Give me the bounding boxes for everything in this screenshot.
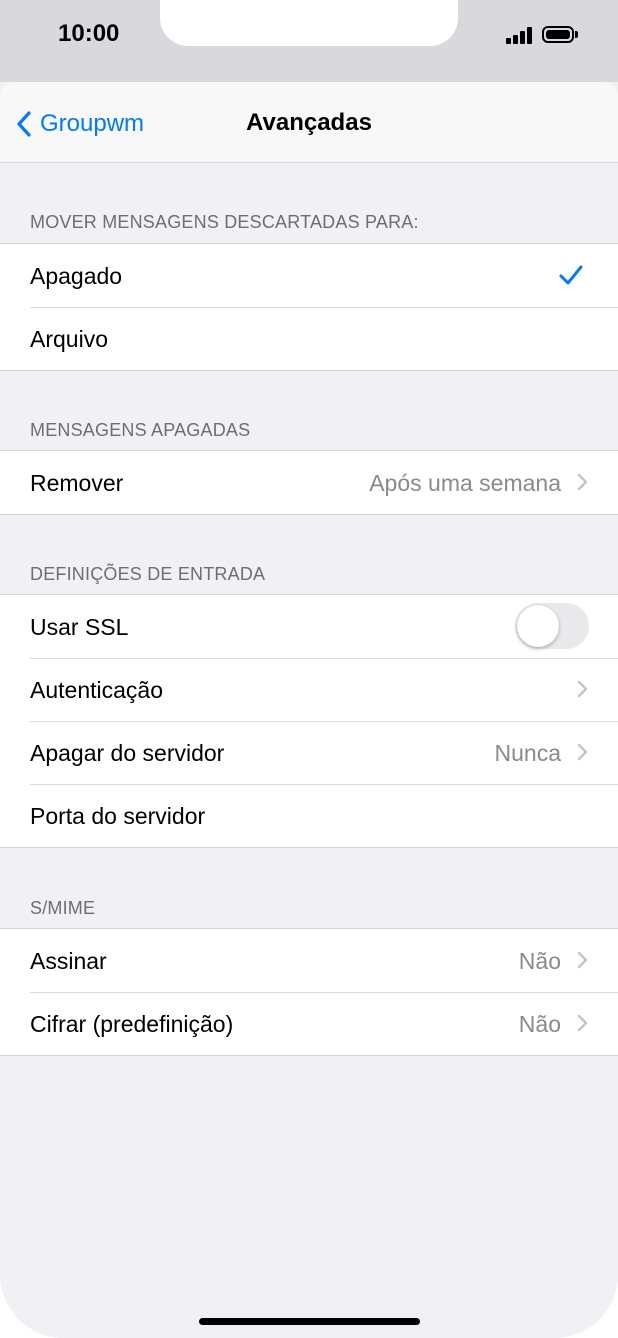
row-value: Não — [518, 1011, 561, 1037]
row-assinar[interactable]: Assinar Não — [0, 929, 618, 992]
row-value: Nunca — [494, 740, 561, 766]
chevron-right-icon — [577, 1014, 588, 1032]
toggle-knob — [517, 605, 559, 647]
home-indicator[interactable] — [199, 1318, 420, 1325]
section-header-incoming: DEFINIÇÕES DE ENTRADA — [30, 564, 266, 584]
chevron-right-icon — [577, 951, 588, 969]
row-label: Autenticação — [30, 677, 163, 703]
status-bar: 10:00 — [0, 0, 618, 82]
notch — [160, 0, 458, 46]
cellular-signal-icon — [506, 27, 534, 44]
row-label: Arquivo — [30, 326, 108, 352]
status-time: 10:00 — [58, 20, 120, 47]
group-smime: Assinar Não Cifrar (predefinição) Não — [0, 928, 618, 1056]
section-header-smime: S/MIME — [30, 898, 96, 918]
option-arquivo[interactable]: Arquivo — [0, 307, 618, 370]
chevron-right-icon — [577, 680, 588, 698]
navigation-bar: Groupwm Avançadas — [0, 82, 618, 163]
row-autenticacao[interactable]: Autenticação — [0, 658, 618, 721]
row-label: Assinar — [30, 948, 107, 974]
row-apagar-do-servidor[interactable]: Apagar do servidor Nunca — [0, 721, 618, 784]
row-remover[interactable]: Remover Após uma semana — [0, 451, 618, 514]
page-title: Avançadas — [246, 109, 372, 136]
chevron-right-icon — [577, 743, 588, 761]
settings-sheet: Groupwm Avançadas MOVER MENSAGENS DESCAR… — [0, 82, 618, 1338]
group-deleted-messages: Remover Após uma semana — [0, 450, 618, 515]
section-header-deleted: MENSAGENS APAGADAS — [30, 420, 251, 440]
phone-screen: 10:00 Groupwm Avançadas MOVER MENSAGENS … — [0, 0, 618, 1338]
row-label: Apagar do servidor — [30, 740, 225, 766]
row-label: Remover — [30, 470, 124, 496]
row-label: Usar SSL — [30, 614, 129, 640]
row-label: Cifrar (predefinição) — [30, 1011, 234, 1037]
battery-tip — [575, 31, 578, 38]
row-cifrar[interactable]: Cifrar (predefinição) Não — [0, 992, 618, 1055]
row-value: Após uma semana — [369, 470, 561, 496]
chevron-right-icon — [577, 473, 588, 491]
group-incoming-settings: Usar SSL Autenticação Apagar do servidor… — [0, 594, 618, 848]
checkmark-icon — [559, 265, 583, 285]
battery-icon — [542, 26, 574, 43]
section-header-discarded: MOVER MENSAGENS DESCARTADAS PARA: — [30, 212, 419, 232]
ssl-toggle[interactable] — [515, 603, 589, 649]
row-porta-do-servidor[interactable]: Porta do servidor — [0, 784, 618, 847]
row-label: Apagado — [30, 263, 123, 289]
row-value: Não — [518, 948, 561, 974]
group-discarded-destination: Apagado Arquivo — [0, 243, 618, 371]
row-label: Porta do servidor — [30, 803, 206, 829]
option-apagado[interactable]: Apagado — [0, 244, 618, 307]
row-usar-ssl: Usar SSL — [0, 595, 618, 658]
